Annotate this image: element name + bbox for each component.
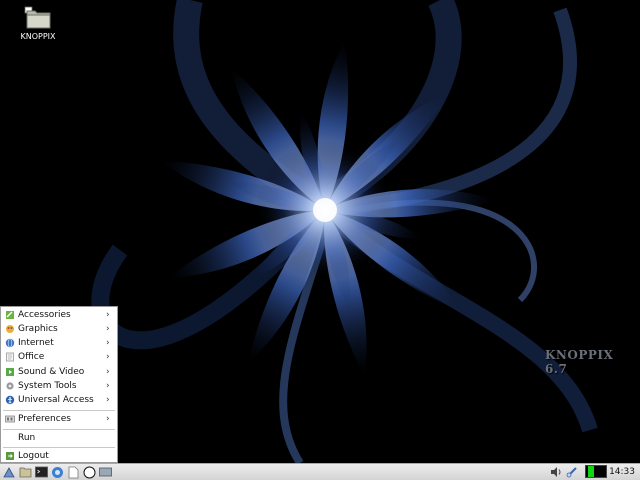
chevron-right-icon: ›: [106, 352, 110, 362]
chevron-right-icon: ›: [106, 367, 110, 377]
menu-separator: [3, 447, 115, 448]
text-editor-button[interactable]: [66, 465, 80, 479]
browser-icon: [51, 466, 63, 478]
system-tools-icon: [5, 381, 15, 391]
terminal-button[interactable]: [34, 465, 48, 479]
logout-icon: [5, 451, 15, 461]
internet-icon: [5, 338, 15, 348]
start-menu: Accessories › Graphics › Internet › Offi…: [0, 306, 118, 463]
browser-button[interactable]: [50, 465, 64, 479]
chevron-right-icon: ›: [106, 324, 110, 334]
terminal-icon: [34, 466, 48, 478]
menu-item-logout[interactable]: Logout: [1, 449, 117, 463]
preferences-icon: [5, 414, 15, 424]
menu-item-universal-access[interactable]: Universal Access ›: [1, 393, 117, 407]
accessories-icon: [5, 310, 15, 320]
desktop[interactable]: KNOPPIX 6.7 KNOPPIX Accessories › Graphi…: [0, 0, 640, 463]
desktop-icon-label: KNOPPIX: [20, 32, 56, 41]
chevron-right-icon: ›: [106, 338, 110, 348]
chevron-right-icon: ›: [106, 310, 110, 320]
sound-video-icon: [5, 367, 15, 377]
show-desktop-button[interactable]: [98, 465, 112, 479]
cpu-usage-bar: [588, 466, 594, 477]
desktop-icon-knoppix[interactable]: KNOPPIX: [14, 4, 62, 41]
taskbar: 14:33: [0, 463, 640, 480]
volume-button[interactable]: [549, 465, 563, 479]
knoppix-watermark: KNOPPIX 6.7: [545, 348, 614, 376]
menu-item-preferences[interactable]: Preferences ›: [1, 412, 117, 426]
menu-separator: [3, 410, 115, 411]
network-icon: [566, 467, 577, 478]
file-manager-button[interactable]: [18, 465, 32, 479]
folder-icon: [24, 6, 51, 29]
chevron-right-icon: ›: [106, 414, 110, 424]
universal-access-icon: [5, 395, 15, 405]
volume-icon: [550, 467, 560, 477]
start-menu-button[interactable]: [2, 465, 16, 479]
text-editor-icon: [68, 466, 78, 478]
show-desktop-icon: [98, 467, 112, 476]
menu-item-office[interactable]: Office ›: [1, 350, 117, 364]
graphics-icon: [5, 324, 15, 334]
menu-item-system-tools[interactable]: System Tools ›: [1, 379, 117, 393]
menu-item-graphics[interactable]: Graphics ›: [1, 322, 117, 336]
menu-item-accessories[interactable]: Accessories ›: [1, 308, 117, 322]
chevron-right-icon: ›: [106, 395, 110, 405]
menu-item-sound-video[interactable]: Sound & Video ›: [1, 365, 117, 379]
start-menu-icon: [3, 467, 15, 478]
knoppix-icon: [83, 466, 95, 478]
menu-item-internet[interactable]: Internet ›: [1, 336, 117, 350]
network-button[interactable]: [565, 465, 579, 479]
menu-item-run[interactable]: Run: [1, 431, 117, 445]
clock[interactable]: 14:33: [609, 465, 635, 479]
office-icon: [5, 352, 15, 362]
cpu-monitor-icon[interactable]: [585, 465, 607, 478]
file-manager-icon: [19, 467, 31, 478]
menu-separator: [3, 429, 115, 430]
chevron-right-icon: ›: [106, 381, 110, 391]
knoppix-button[interactable]: [82, 465, 96, 479]
